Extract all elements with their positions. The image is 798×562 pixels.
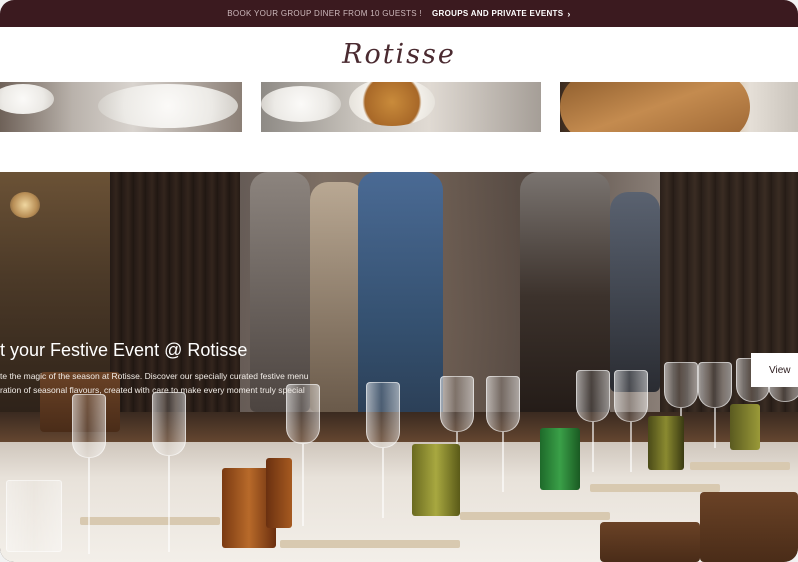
promo-text: BOOK YOUR GROUP DINER FROM 10 GUESTS ! [227,9,422,18]
groups-events-label: GROUPS AND PRIVATE EVENTS [432,9,564,18]
section-gap [0,132,798,172]
wall-lamp [10,192,40,218]
site-logo[interactable]: Rotisse [342,39,456,70]
groups-events-link[interactable]: GROUPS AND PRIVATE EVENTS › [432,9,571,19]
gallery-image-dishes[interactable] [261,82,541,132]
hero-text-line-2: ration of seasonal flavours, created wit… [0,385,305,395]
gallery-image-plates[interactable] [0,82,242,132]
site-header: Rotisse [0,27,798,82]
browser-viewport: BOOK YOUR GROUP DINER FROM 10 GUESTS ! G… [0,0,798,562]
hero-text-line-1: te the magic of the season at Rotisse. D… [0,371,309,381]
view-button[interactable]: View [751,353,798,387]
gallery-image-board[interactable] [560,82,798,132]
hero-title: t your Festive Event @ Rotisse [0,340,248,360]
hero-banner: t your Festive Event @ Rotisse te the ma… [0,172,798,562]
hero-description: te the magic of the season at Rotisse. D… [0,369,420,397]
chevron-right-icon: › [567,8,571,19]
promo-bar: BOOK YOUR GROUP DINER FROM 10 GUESTS ! G… [0,0,798,27]
image-strip [0,82,798,132]
